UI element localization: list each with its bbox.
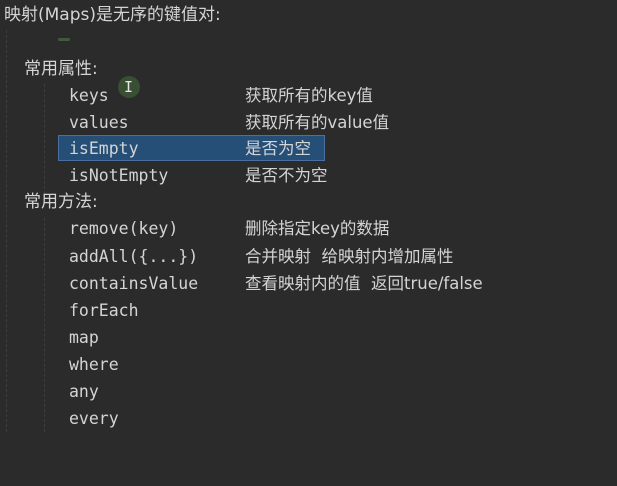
method-desc: 查看映射内的值 返回true/false (245, 274, 483, 293)
property-desc: 获取所有的key值 (245, 86, 373, 105)
method-desc: 删除指定key的数据 (245, 219, 390, 238)
methods-heading-line: 常用方法: (0, 189, 617, 216)
method-name: map (69, 328, 99, 347)
method-name: containsValue (69, 274, 199, 293)
method-name: remove(key) (69, 219, 179, 238)
i-beam-cursor-icon: I (124, 78, 134, 96)
method-row-containsvalue: containsValue 查看映射内的值 返回true/false (0, 270, 617, 297)
property-row-values: values 获取所有的value值 (0, 109, 617, 136)
property-desc: 是否为空 (245, 139, 311, 158)
method-row-where: where (0, 351, 617, 378)
method-row-map: map (0, 324, 617, 351)
property-desc: 是否不为空 (245, 166, 328, 185)
method-row-any: any (0, 378, 617, 405)
property-row-keys: keys 获取所有的key值 (0, 82, 617, 109)
property-name: values (69, 113, 129, 132)
edit-marker (58, 38, 70, 41)
method-row-addall: addAll({...}) 合并映射 给映射内增加属性 (0, 243, 617, 270)
properties-heading-line: 常用属性: (0, 56, 617, 83)
properties-heading: 常用属性: (24, 59, 98, 79)
method-name: where (69, 355, 119, 374)
method-row-foreach: forEach (0, 297, 617, 324)
method-name: forEach (69, 301, 139, 320)
method-name: addAll({...}) (69, 247, 199, 266)
method-name: every (69, 409, 119, 428)
property-row-isnotempty: isNotEmpty 是否不为空 (0, 162, 617, 189)
methods-heading: 常用方法: (24, 192, 98, 212)
property-name: isNotEmpty (69, 166, 169, 185)
property-name: keys (69, 86, 109, 105)
title-line: 映射(Maps)是无序的键值对: (0, 2, 617, 29)
page-title: 映射(Maps)是无序的键值对: (4, 5, 221, 25)
property-row-isempty: isEmpty 是否为空 (0, 135, 617, 162)
method-row-remove: remove(key) 删除指定key的数据 (0, 215, 617, 242)
method-name: any (69, 382, 99, 401)
property-desc: 获取所有的value值 (245, 113, 390, 132)
method-row-every: every (0, 405, 617, 432)
method-desc: 合并映射 给映射内增加属性 (245, 247, 454, 266)
property-name: isEmpty (69, 139, 139, 158)
code-editor[interactable]: 映射(Maps)是无序的键值对: 常用属性: keys 获取所有的key值 va… (0, 0, 617, 432)
